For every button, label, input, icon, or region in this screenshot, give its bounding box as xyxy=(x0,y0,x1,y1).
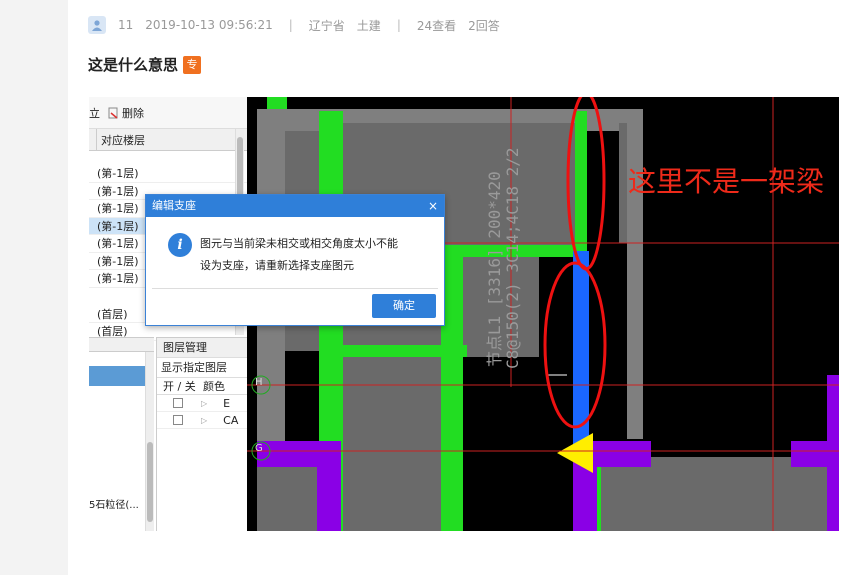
column-floor: 对应楼层 xyxy=(101,133,145,147)
close-icon[interactable]: × xyxy=(428,195,438,217)
user-icon xyxy=(92,20,102,31)
view-count: 24查看 xyxy=(416,18,457,33)
dialog-message: 图元与当前梁未相交或相交角度太小不能 设为支座，请重新选择支座图元 xyxy=(200,233,436,277)
layer-row[interactable]: ▷ CA xyxy=(157,412,247,429)
answer-count: 2回答 xyxy=(468,18,500,33)
col-color: 颜色 xyxy=(203,380,225,393)
layer-header: 开 / 关 颜色 xyxy=(157,378,247,395)
separator: | xyxy=(288,18,293,32)
pane-header xyxy=(89,338,154,352)
layer-row[interactable]: ▷ E xyxy=(157,395,247,412)
post-province: 辽宁省 xyxy=(308,18,345,33)
question-title: 这是什么意思 专 xyxy=(88,54,202,75)
question-title-text: 这是什么意思 xyxy=(88,56,179,74)
info-icon: i xyxy=(168,233,192,257)
post-datetime: 2019-10-13 09:56:21 xyxy=(145,18,273,32)
expand-icon[interactable]: ▷ xyxy=(201,395,207,412)
cad-rebar-label: C8@150(2) 3C14;4C18 2/2 xyxy=(503,147,522,369)
axis-label-h: H xyxy=(255,377,263,388)
table-row[interactable]: (第-1层) xyxy=(89,165,247,183)
dialog-title: 编辑支座 xyxy=(152,199,196,212)
axis-label-g: G xyxy=(255,443,263,454)
edit-support-dialog: 编辑支座 × i 图元与当前梁未相交或相交角度太小不能 设为支座，请重新选择支座… xyxy=(145,194,445,326)
dialog-message-line: 图元与当前梁未相交或相交角度太小不能 xyxy=(200,237,398,250)
expert-badge: 专 xyxy=(183,55,202,74)
dialog-message-line: 设为支座，请重新选择支座图元 xyxy=(200,259,354,272)
table-spacer xyxy=(89,151,247,165)
scrollbar[interactable] xyxy=(145,352,154,531)
cad-beam-label: 节点L1 [3316] 200*420 xyxy=(485,171,504,367)
scrollbar-thumb[interactable] xyxy=(147,442,153,522)
layer-checkbox[interactable] xyxy=(173,398,183,408)
user-name[interactable]: 11 xyxy=(118,18,133,32)
annotation-text: 这里不是一架梁 xyxy=(628,165,825,198)
layer-manager-title: 图层管理 xyxy=(157,338,247,358)
delete-button[interactable]: 删除 xyxy=(108,105,144,121)
layer-name: CA xyxy=(223,413,239,427)
delete-label: 删除 xyxy=(122,106,144,120)
attribute-pane: 5石粒径(... xyxy=(89,337,154,531)
separator: | xyxy=(396,18,401,32)
post-meta: 11 2019-10-13 09:56:21 | 辽宁省 土建 | 24查看 2… xyxy=(88,14,512,36)
avatar[interactable] xyxy=(88,16,106,34)
divider xyxy=(152,288,438,289)
delete-icon xyxy=(108,107,118,119)
dialog-titlebar: 编辑支座 × xyxy=(146,195,444,217)
layer-name: E xyxy=(223,396,231,410)
panel-toolbar: 立 删除 xyxy=(89,97,247,129)
ok-button[interactable]: 确定 xyxy=(372,294,436,318)
column-divider xyxy=(89,129,97,150)
expand-icon[interactable]: ▷ xyxy=(201,412,207,429)
layer-checkbox[interactable] xyxy=(173,415,183,425)
attribute-text: 5石粒径(... xyxy=(89,500,139,511)
layer-manager: 图层管理 显示指定图层 开 / 关 颜色 ▷ E ▷ CA xyxy=(156,337,247,531)
show-layer-button[interactable]: 显示指定图层 xyxy=(157,358,247,378)
post-category: 土建 xyxy=(356,18,381,33)
table-header: 对应楼层 xyxy=(89,129,247,151)
toolbar-item[interactable]: 立 xyxy=(89,105,100,121)
col-toggle: 开 / 关 xyxy=(163,380,196,393)
